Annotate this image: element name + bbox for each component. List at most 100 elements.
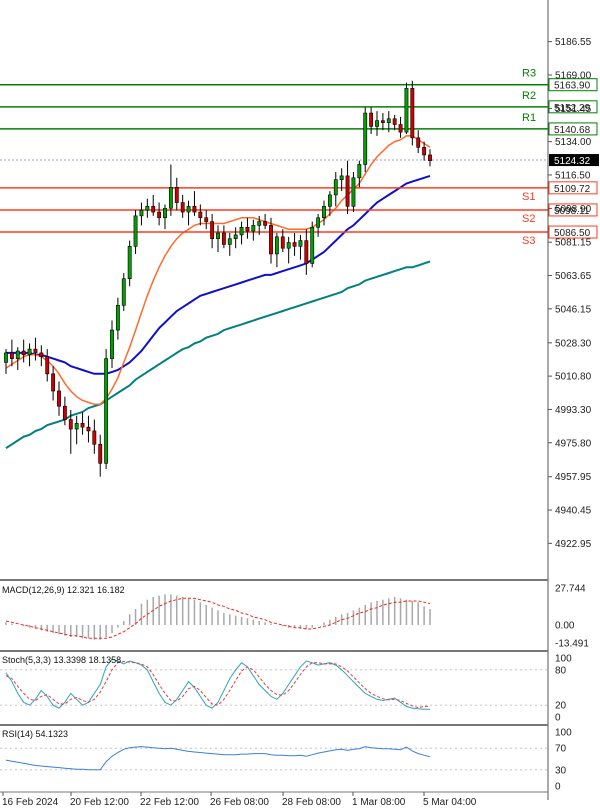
bearish-candle: [157, 211, 162, 219]
bullish-candle: [322, 206, 326, 219]
level-value-r3: 5163.90: [554, 81, 591, 92]
bearish-candle: [51, 373, 56, 392]
level-name-r2: R2: [522, 90, 536, 102]
rsi-tick-label: 0: [555, 782, 561, 793]
stoch-k-line: [5, 658, 430, 710]
macd-tick-label: 0.00: [555, 621, 575, 632]
bearish-candle: [292, 242, 297, 247]
level-name-s1: S1: [522, 191, 535, 203]
bearish-candle: [245, 226, 250, 232]
price-tick-label: 5186.55: [555, 37, 592, 48]
bearish-candle: [280, 236, 285, 249]
bearish-candle: [62, 405, 67, 420]
price-axis: 5186.55 5169.00 5151.45 5134.00 5116.50 5098.…: [547, 0, 599, 800]
price-tick-label: 5028.30: [555, 338, 592, 349]
bullish-candle: [227, 238, 232, 245]
bearish-candle: [45, 356, 50, 375]
bearish-candle: [9, 352, 14, 359]
ma-fast-line: [5, 135, 431, 406]
bearish-candle: [80, 423, 85, 428]
bullish-candle: [133, 215, 138, 247]
price-tick-label: 5169.00: [555, 71, 592, 82]
time-tick-label: 5 Mar 04:00: [423, 797, 477, 808]
bearish-candle: [345, 175, 350, 207]
price-tick-label: 4922.95: [555, 539, 592, 550]
bullish-candle: [274, 236, 279, 255]
bullish-candle: [145, 206, 150, 211]
bullish-candle: [357, 164, 362, 179]
bullish-candle: [15, 350, 20, 359]
bearish-candle: [380, 120, 385, 123]
time-axis: 16 Feb 2024 20 Feb 12:00 22 Feb 12:00 26 Fe…: [0, 791, 548, 808]
bullish-candle: [375, 120, 379, 127]
rsi-tick-label: 100: [555, 728, 572, 739]
stoch-d-line: [5, 660, 430, 709]
bearish-candle: [198, 211, 203, 219]
macd-label: MACD(12,26,9) 12.321 16.182: [2, 585, 125, 595]
bullish-candle: [110, 329, 114, 359]
bullish-candle: [316, 217, 321, 228]
bullish-candle: [286, 242, 291, 249]
bullish-candle: [327, 194, 332, 207]
bearish-candle: [221, 232, 226, 245]
bullish-candle: [104, 358, 109, 464]
price-tick-label: 5134.00: [555, 137, 592, 148]
bearish-candle: [410, 88, 415, 139]
level-name-r3: R3: [522, 68, 536, 80]
price-tick-label: 5063.65: [555, 271, 592, 282]
price-tick-label: 5116.50: [555, 170, 591, 181]
stoch-tick-label: 100: [555, 654, 572, 665]
stoch-tick-label: 0: [555, 713, 561, 724]
bullish-candle: [27, 348, 32, 356]
bullish-candle: [74, 423, 79, 430]
macd-tick-label: -13.491: [555, 639, 589, 650]
price-tick-label: 4993.30: [555, 405, 592, 416]
level-value-s1: 5109.72: [554, 184, 591, 195]
bullish-candle: [333, 179, 338, 196]
bearish-candle: [416, 137, 421, 148]
bearish-candle: [57, 390, 61, 407]
rsi-label: RSI(14) 54.1323: [2, 729, 68, 739]
bullish-candle: [163, 207, 167, 219]
bearish-candle: [269, 225, 273, 255]
bullish-candle: [121, 278, 126, 306]
bullish-candle: [216, 232, 220, 240]
time-tick-label: 20 Feb 12:00: [70, 797, 129, 808]
rsi-tick-label: 70: [555, 744, 567, 755]
bearish-candle: [210, 221, 215, 240]
bullish-candle: [186, 206, 191, 213]
bullish-candle: [239, 226, 244, 236]
level-value-r1: 5140.68: [554, 125, 591, 136]
price-tick-label: 5081.15: [555, 238, 592, 249]
price-tick-label: 5151.45: [555, 104, 592, 115]
bullish-candle: [4, 352, 8, 363]
price-tick-label: 5046.15: [555, 304, 592, 315]
macd-tick-label: 27.744: [555, 584, 586, 595]
level-name-s2: S2: [522, 213, 535, 225]
price-tick-label: 4975.80: [555, 438, 592, 449]
bearish-candle: [33, 348, 38, 354]
current-price-label: 5124.32: [554, 156, 591, 167]
bullish-candle: [351, 177, 356, 207]
bullish-candle: [127, 246, 132, 279]
trading-chart: R35163.90R25152.29R15140.68S15109.72S250…: [0, 0, 599, 808]
level-name-r1: R1: [522, 112, 536, 124]
bearish-candle: [68, 419, 73, 430]
bullish-candle: [363, 112, 368, 165]
stoch-tick-label: 80: [555, 665, 567, 676]
moving-averages: [5, 135, 431, 449]
rsi-tick-label: 30: [555, 765, 567, 776]
price-tick-label: 4957.95: [555, 472, 592, 483]
stoch-label: Stoch(5,3,3) 13.3398 18.1358: [2, 655, 121, 665]
bearish-candle: [304, 240, 309, 264]
time-tick-label: 16 Feb 2024: [2, 797, 59, 808]
ma-mid-line: [6, 174, 431, 375]
bullish-candle: [404, 88, 409, 133]
stoch-tick-label: 20: [555, 701, 567, 712]
time-tick-label: 26 Feb 08:00: [210, 797, 269, 808]
bullish-candle: [339, 175, 344, 180]
bullish-candle: [251, 225, 256, 232]
time-tick-label: 1 Mar 08:00: [352, 797, 406, 808]
bullish-candle: [115, 305, 120, 331]
bearish-candle: [180, 202, 185, 213]
